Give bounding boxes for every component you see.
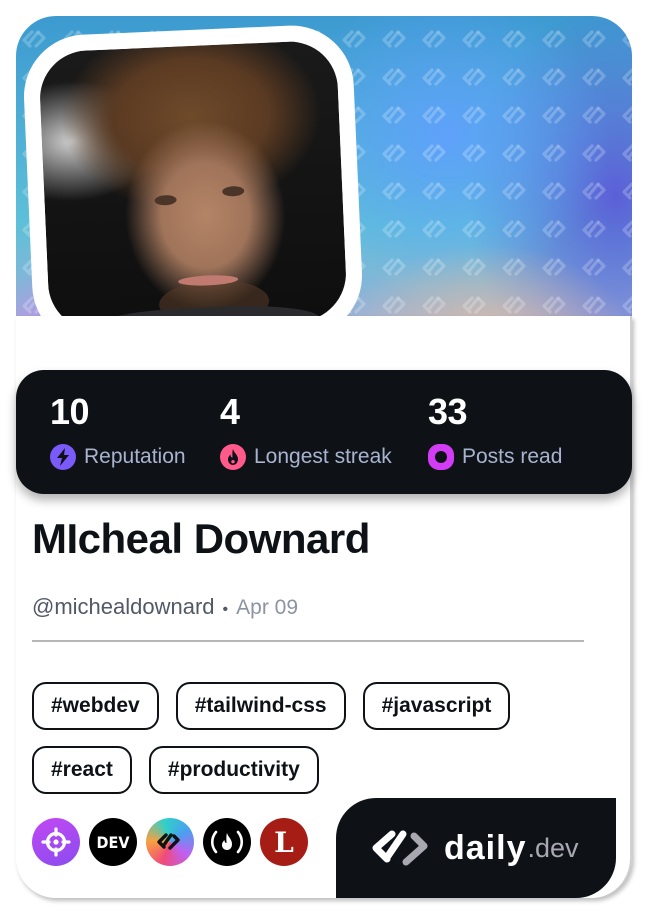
lightning-bolt-icon [50, 444, 76, 470]
sources-list: DEV L [32, 818, 308, 866]
daily-dev-logo-icon [372, 830, 428, 866]
letter-l-icon[interactable]: L [260, 818, 308, 866]
separator-dot: • [222, 601, 229, 618]
tag-row: #webdev #tailwind-css #javascript [32, 682, 572, 730]
divider [32, 640, 584, 642]
tag-webdev[interactable]: #webdev [32, 682, 159, 730]
brand-daily-text: daily [444, 828, 527, 867]
avatar-frame [21, 22, 365, 350]
stat-reputation: 10 Reputation [50, 392, 186, 470]
stat-value: 10 [50, 391, 90, 432]
daily-dev-gradient-icon[interactable] [146, 818, 194, 866]
stat-posts-read: 33 Posts read [428, 392, 562, 470]
avatar-eye-left [154, 194, 177, 206]
tag-react[interactable]: #react [32, 746, 132, 794]
tag-tailwind-css[interactable]: #tailwind-css [175, 682, 346, 730]
fire-parentheses-icon[interactable] [203, 818, 251, 866]
tags-list: #webdev #tailwind-css #javascript #react… [32, 682, 572, 810]
stats-bar: 10 Reputation 4 Longest streak 33 Posts … [16, 370, 632, 494]
tag-row: #react #productivity [32, 746, 572, 794]
profile-handle[interactable]: @michealdownard [32, 594, 215, 620]
brand-dev-text: .dev [527, 832, 579, 863]
flame-icon [220, 444, 246, 470]
dev-logo-text: DEV [96, 832, 130, 852]
stat-label: Longest streak [254, 445, 392, 468]
profile-name: MIcheal Downard [32, 515, 370, 562]
tag-productivity[interactable]: #productivity [148, 746, 319, 794]
tag-javascript[interactable]: #javascript [362, 682, 511, 730]
joined-date: Apr 09 [236, 596, 299, 619]
stat-value: 33 [428, 391, 468, 432]
stat-label: Posts read [462, 445, 563, 468]
handle-row: @michealdownard • Apr 09 [32, 594, 298, 620]
stat-value: 4 [220, 391, 240, 432]
eye-ring-icon [428, 444, 454, 470]
avatar-eye-right [222, 185, 245, 197]
avatar[interactable] [38, 39, 348, 333]
stat-longest-streak: 4 Longest streak [220, 392, 392, 470]
stat-label: Reputation [84, 445, 186, 468]
daily-dev-brand[interactable]: daily .dev [336, 798, 616, 898]
dev-logo-icon[interactable]: DEV [89, 818, 137, 866]
crosshair-icon[interactable] [32, 818, 80, 866]
letter-l-text: L [274, 825, 294, 859]
